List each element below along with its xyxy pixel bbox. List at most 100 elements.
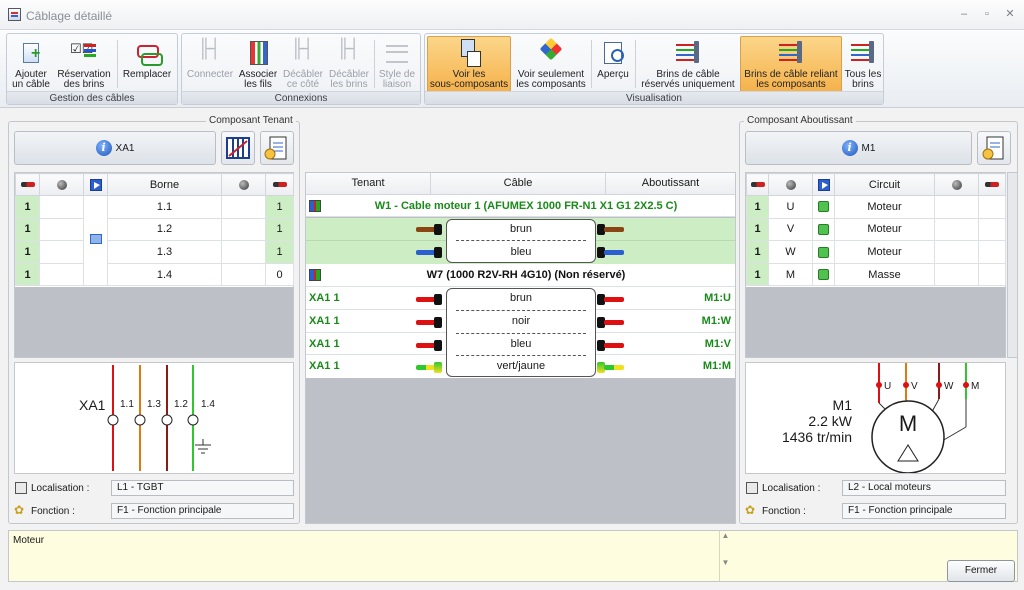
motor-power: 2.2 kW [808,413,852,429]
linking-wires-button[interactable]: Brins de câble reliant les composants [740,36,842,92]
group-label: Visualisation [425,91,883,104]
function-icon: ✿ [745,503,756,517]
aboutissant-table: Circuit 1 U Moteur 1 V Moteur 1 W Moteur 1 M Mas… [745,172,1006,358]
table-row[interactable]: 1 W Moteur [746,240,1006,264]
col-wire[interactable] [746,173,769,196]
schematic-name: XA1 [79,397,106,413]
table-scrollbar[interactable] [1007,172,1018,358]
reserved-wires-icon [674,39,702,67]
empty-area [15,287,293,357]
reserve-wires-button[interactable]: Réservation des brins [54,36,114,92]
wire-tenant: XA1 1 [309,315,340,327]
uncable-side-button[interactable]: Décâbler ce côté [281,36,325,92]
minimize-icon[interactable]: – [957,7,971,21]
table-row[interactable]: 1 1.2 1 [15,217,294,242]
wire-icon [985,182,999,188]
group-connexions: Connecter Associer les fils Décâbler ce … [181,33,421,105]
component-settings-button[interactable] [977,131,1011,165]
col-play[interactable] [812,173,835,196]
aboutissant-component-button[interactable]: i M1 [745,131,972,165]
table-row[interactable]: 1 M Masse [746,262,1006,287]
wire-tenant: XA1 1 [309,360,340,372]
col-bolt[interactable] [39,173,84,196]
col-aboutissant[interactable]: Aboutissant [606,177,735,189]
connect-button[interactable]: Connecter [185,36,235,92]
pin-icon [818,269,829,281]
uncable-wires-icon [335,39,363,67]
col-wire[interactable] [15,173,40,196]
preview-icon [599,39,627,67]
function-icon: ✿ [14,503,25,517]
all-wires-icon [849,39,877,67]
wire-color: brun [509,223,533,235]
group-visualisation: Voir les sous-composants Voir seulement … [424,33,884,105]
col-cable[interactable]: Câble [431,177,605,189]
wire-icon [20,182,35,188]
pin-icon [818,201,829,213]
location-icon [15,482,27,494]
associate-wires-button[interactable]: Associer les fils [236,36,280,92]
col-wire2[interactable] [978,173,1006,196]
col-wire2[interactable] [265,173,294,196]
link-style-icon [383,39,411,67]
table-row[interactable]: 1 U Moteur [746,195,1006,219]
wire-color: bleu [510,338,532,350]
col-bolt2[interactable] [221,173,266,196]
wire-tenant: XA1 1 [309,338,340,350]
tenant-schematic: XA1 1.1 1.3 1.2 1.4 [14,362,294,474]
col-bolt2[interactable] [934,173,979,196]
cable-icon [309,200,321,212]
wire-tenant: XA1 1 [309,292,340,304]
terminal-block-button[interactable] [221,131,255,165]
uncable-wires-button[interactable]: Décâbler les brins [326,36,372,92]
linking-wires-icon [777,39,805,67]
col-circuit[interactable]: Circuit [834,173,935,196]
col-borne[interactable]: Borne [107,173,222,196]
connect-icon [196,39,224,67]
component-settings-button[interactable] [260,131,294,165]
notes-scrollbar[interactable]: ▲ ▼ [719,531,731,581]
play-icon [89,178,102,191]
bolt-icon [56,179,67,190]
aboutissant-fonction: F1 - Fonction principale [842,503,1006,519]
table-row[interactable]: 1 1.3 1 [15,240,294,264]
show-subcomponents-button[interactable]: Voir les sous-composants [427,36,511,92]
table-row[interactable]: 1 1.1 1 [15,194,294,287]
preview-button[interactable]: Aperçu [593,36,633,92]
empty-area [746,287,1005,357]
show-components-button[interactable]: Voir seulement les composants [513,36,589,92]
tenant-localisation: L1 - TGBT [111,480,294,496]
bolt-icon [238,179,249,190]
window-title: Câblage détaillé [26,9,113,23]
component-settings-icon [982,136,1004,160]
bolt-icon [785,179,796,190]
add-cable-button[interactable]: Ajouter un câble [10,36,52,92]
close-icon[interactable]: ✕ [1003,7,1017,21]
notes-textarea[interactable]: Moteur ▲ ▼ [8,530,1018,582]
close-button[interactable]: Fermer [947,560,1015,582]
app-icon [8,8,21,21]
replace-button[interactable]: Remplacer [120,36,174,92]
wire-color: brun [509,292,533,304]
all-wires-button[interactable]: Tous les brins [843,36,883,92]
tenant-component-button[interactable]: i XA1 [14,131,216,165]
uncable-side-icon [289,39,317,67]
title-bar: Câblage détaillé – ▫ ✕ [0,0,1024,30]
reserved-wires-button[interactable]: Brins de câble réservés uniquement [637,36,739,92]
motor-name: M1 [832,397,852,413]
play-icon [817,178,830,191]
wire-abo: M1:W [701,315,731,327]
link-style-button[interactable]: Style de liaison [376,36,418,92]
ribbon: Ajouter un câble Réservation des brins R… [0,30,1024,108]
col-play[interactable] [83,173,108,196]
table-row[interactable]: 1 V Moteur [746,217,1006,242]
terminal-block-icon [226,137,250,159]
associate-wires-icon [244,39,272,67]
col-bolt[interactable] [768,173,813,196]
info-icon: i [95,140,112,157]
maximize-icon[interactable]: ▫ [980,7,994,21]
table-row[interactable]: 1 1.4 0 [15,262,294,287]
col-tenant[interactable]: Tenant [306,177,430,189]
wire-color: noir [511,315,531,327]
wire-abo: M1:M [702,360,731,372]
